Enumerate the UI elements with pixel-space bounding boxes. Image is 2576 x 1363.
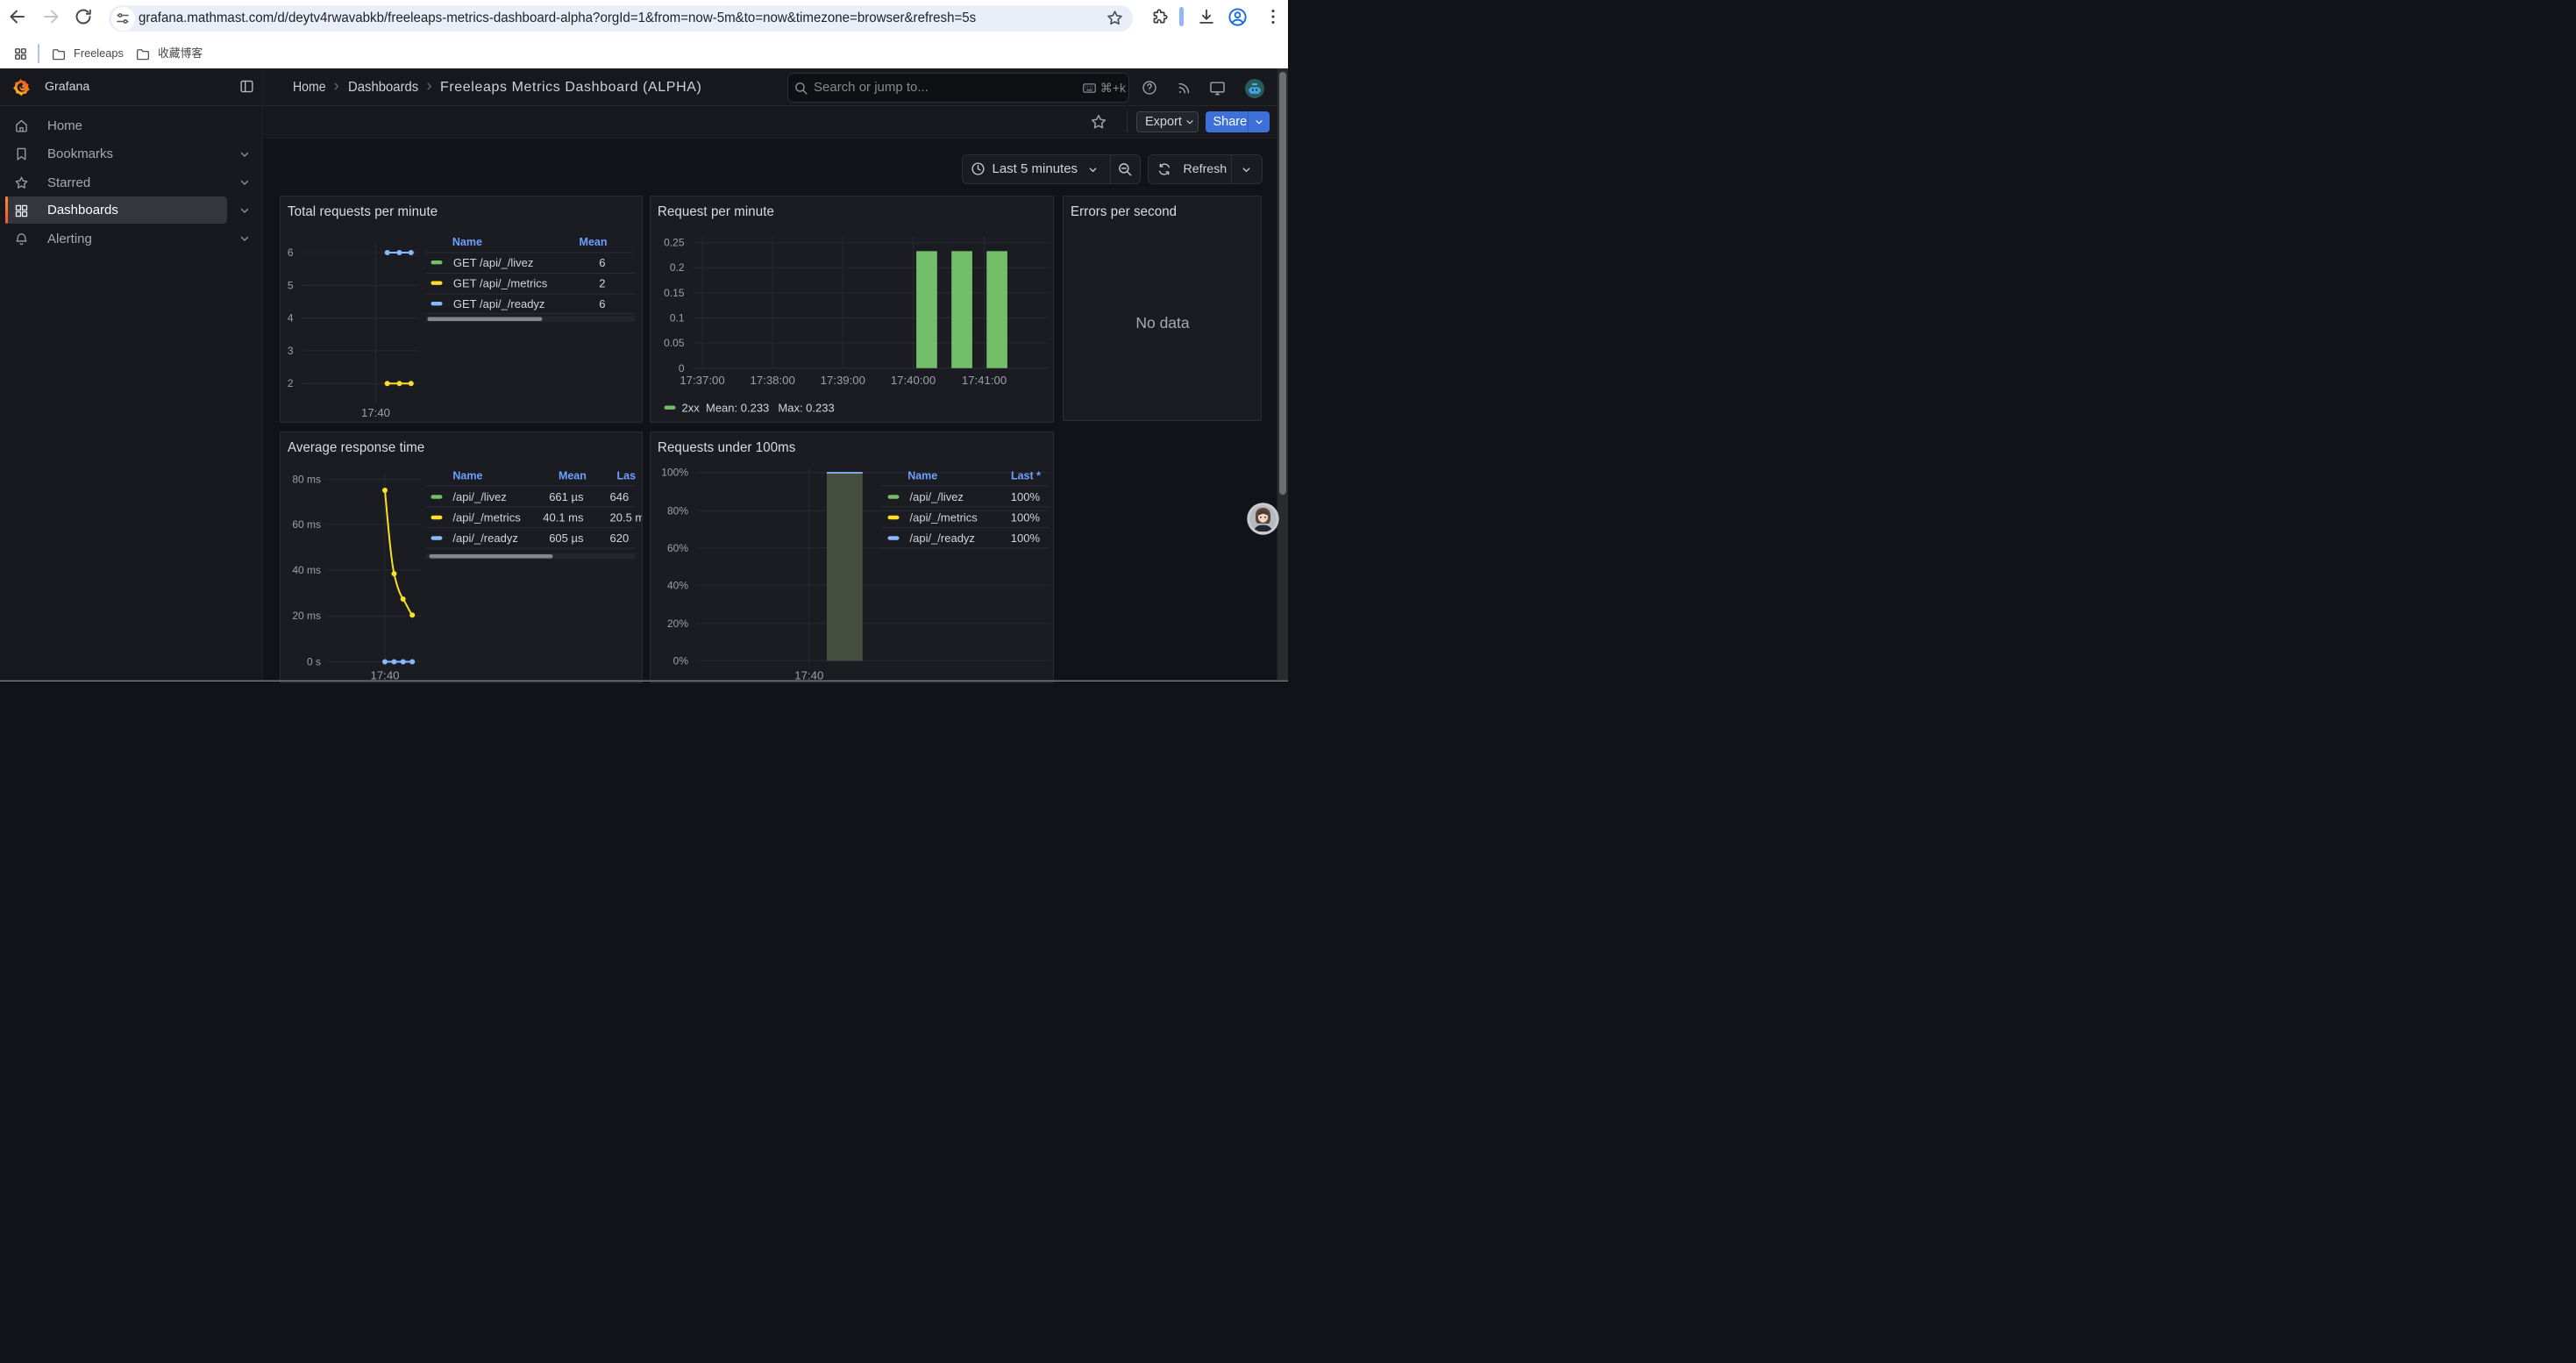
- svg-text:6: 6: [287, 246, 293, 259]
- svg-text:100%: 100%: [1010, 511, 1040, 525]
- svg-text:0.25: 0.25: [664, 237, 685, 249]
- svg-text:17:40:00: 17:40:00: [890, 374, 935, 387]
- svg-text:Mean: Mean: [579, 236, 607, 248]
- svg-text:Mean: 0.233: Mean: 0.233: [706, 402, 769, 415]
- svg-text:Last *: Last *: [1010, 470, 1040, 482]
- svg-text:0%: 0%: [672, 654, 688, 667]
- svg-text:Mean: Mean: [558, 470, 586, 482]
- svg-text:40%: 40%: [666, 579, 687, 591]
- svg-text:2: 2: [599, 277, 605, 290]
- svg-text:646: 646: [609, 490, 629, 503]
- svg-text:GET /api/_/metrics: GET /api/_/metrics: [452, 277, 547, 290]
- svg-text:2xx: 2xx: [681, 402, 700, 415]
- svg-text:100%: 100%: [661, 467, 688, 479]
- svg-text:Name: Name: [907, 470, 937, 482]
- svg-text:2: 2: [287, 377, 293, 389]
- svg-text:/api/_/metrics: /api/_/metrics: [909, 511, 978, 525]
- svg-text:3: 3: [287, 345, 293, 357]
- svg-text:Max: 0.233: Max: 0.233: [778, 402, 834, 415]
- svg-text:6: 6: [599, 256, 605, 269]
- svg-text:100%: 100%: [1010, 490, 1040, 503]
- svg-text:20%: 20%: [666, 617, 687, 630]
- svg-text:/api/_/readyz: /api/_/readyz: [909, 532, 974, 545]
- svg-text:605 µs: 605 µs: [549, 532, 584, 545]
- svg-text:60 ms: 60 ms: [292, 518, 321, 531]
- svg-text:GET /api/_/readyz: GET /api/_/readyz: [452, 297, 544, 310]
- svg-text:60%: 60%: [666, 542, 687, 554]
- svg-text:0.1: 0.1: [669, 312, 684, 325]
- svg-text:0: 0: [678, 362, 684, 375]
- svg-text:17:39:00: 17:39:00: [820, 374, 865, 387]
- svg-text:Name: Name: [452, 236, 481, 248]
- svg-text:0.2: 0.2: [669, 261, 684, 274]
- svg-text:0.15: 0.15: [664, 287, 685, 299]
- svg-text:17:38:00: 17:38:00: [750, 374, 794, 387]
- svg-text:Name: Name: [452, 470, 482, 482]
- svg-text:620: 620: [609, 532, 629, 545]
- svg-text:80 ms: 80 ms: [292, 473, 321, 485]
- svg-text:0 s: 0 s: [306, 656, 320, 668]
- svg-text:17:40: 17:40: [360, 406, 389, 419]
- svg-text:5: 5: [287, 279, 293, 291]
- svg-text:20 ms: 20 ms: [292, 610, 321, 622]
- svg-text:6: 6: [599, 297, 605, 310]
- svg-text:80%: 80%: [666, 504, 687, 517]
- svg-text:0.05: 0.05: [664, 337, 685, 349]
- svg-text:4: 4: [287, 312, 293, 325]
- svg-text:17:41:00: 17:41:00: [961, 374, 1006, 387]
- svg-text:17:37:00: 17:37:00: [680, 374, 724, 387]
- svg-text:/api/_/readyz: /api/_/readyz: [452, 532, 517, 545]
- svg-text:40.1 ms: 40.1 ms: [543, 511, 584, 525]
- svg-text:/api/_/livez: /api/_/livez: [452, 490, 506, 503]
- svg-text:/api/_/livez: /api/_/livez: [909, 490, 963, 503]
- svg-text:100%: 100%: [1010, 532, 1040, 545]
- svg-text:40 ms: 40 ms: [292, 564, 321, 576]
- svg-text:GET /api/_/livez: GET /api/_/livez: [452, 256, 533, 269]
- svg-text:/api/_/metrics: /api/_/metrics: [452, 511, 521, 525]
- svg-text:Las: Las: [616, 470, 636, 482]
- svg-text:20.5 ms: 20.5 ms: [609, 511, 642, 525]
- svg-text:661 µs: 661 µs: [549, 490, 584, 503]
